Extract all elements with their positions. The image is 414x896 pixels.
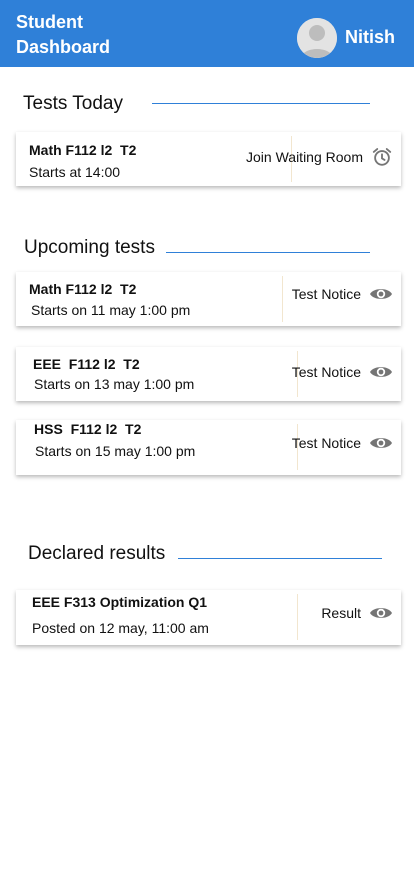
test-title: EEE F112 l2 T2 xyxy=(33,356,140,372)
student-dashboard-page: Student Dashboard Nitish Tests Today Mat… xyxy=(0,0,414,896)
card-divider xyxy=(297,594,298,640)
test-notice-button[interactable]: Test Notice xyxy=(292,434,393,452)
user-avatar-icon xyxy=(297,18,337,58)
test-title: Math F112 l2 T2 xyxy=(29,281,137,297)
test-title: Math F112 l2 T2 xyxy=(29,142,137,158)
section-title-upcoming-tests: Upcoming tests xyxy=(24,236,161,260)
test-notice-label: Test Notice xyxy=(291,435,361,451)
test-notice-button[interactable]: Test Notice xyxy=(292,285,393,303)
join-waiting-room-label: Join Waiting Room xyxy=(246,149,363,165)
app-header: Student Dashboard Nitish xyxy=(0,0,414,67)
section-divider-line xyxy=(178,558,382,559)
test-time: Starts at 14:00 xyxy=(29,164,121,180)
eye-icon xyxy=(369,363,393,381)
result-label: Result xyxy=(321,605,361,621)
eye-icon xyxy=(369,434,393,452)
upcoming-test-card[interactable]: EEE F112 l2 T2 Starts on 13 may 1:00 pm … xyxy=(16,347,401,401)
test-notice-button[interactable]: Test Notice xyxy=(292,363,393,381)
section-divider-line xyxy=(152,103,370,104)
upcoming-test-card[interactable]: Math F112 l2 T2 Starts on 11 may 1:00 pm… xyxy=(16,272,401,326)
declared-result-card[interactable]: EEE F313 Optimization Q1 Posted on 12 ma… xyxy=(16,590,401,645)
join-waiting-room-button[interactable]: Join Waiting Room xyxy=(246,146,393,168)
alarm-clock-icon xyxy=(371,146,393,168)
result-posted-time: Posted on 12 may, 11:00 am xyxy=(32,620,209,636)
app-title: Student Dashboard xyxy=(16,12,111,57)
upcoming-test-card[interactable]: HSS F112 l2 T2 Starts on 15 may 1:00 pm … xyxy=(16,420,401,475)
section-title-tests-today: Tests Today xyxy=(23,92,129,116)
test-notice-label: Test Notice xyxy=(291,364,361,380)
eye-icon xyxy=(369,604,393,622)
section-divider-line xyxy=(166,252,370,253)
avatar[interactable] xyxy=(297,18,337,58)
result-title: EEE F313 Optimization Q1 xyxy=(32,594,208,610)
test-today-card[interactable]: Math F112 l2 T2 Starts at 14:00 Join Wai… xyxy=(16,132,401,186)
test-time: Starts on 13 may 1:00 pm xyxy=(34,376,195,392)
test-time: Starts on 15 may 1:00 pm xyxy=(35,443,196,459)
user-name[interactable]: Nitish xyxy=(345,26,395,48)
result-button[interactable]: Result xyxy=(321,604,393,622)
test-title: HSS F112 l2 T2 xyxy=(34,421,142,437)
test-notice-label: Test Notice xyxy=(291,286,361,302)
card-divider xyxy=(282,276,283,322)
test-time: Starts on 11 may 1:00 pm xyxy=(31,302,191,318)
eye-icon xyxy=(369,285,393,303)
section-title-declared-results: Declared results xyxy=(28,542,172,566)
